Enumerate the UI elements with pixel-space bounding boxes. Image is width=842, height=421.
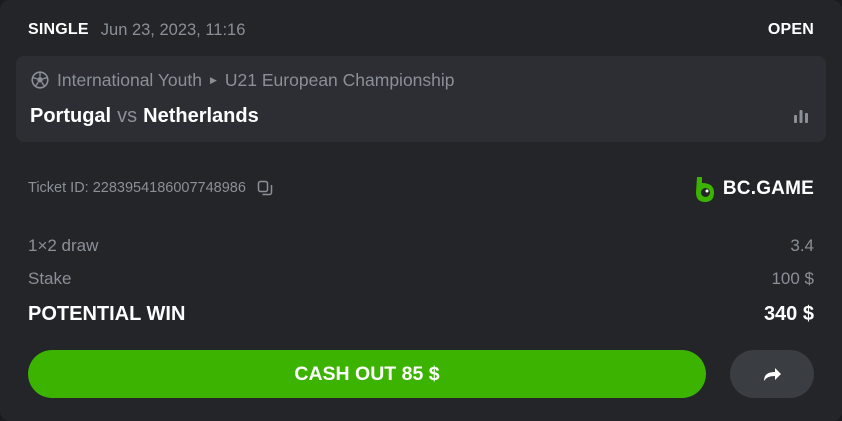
cash-out-button[interactable]: CASH OUT 85 $ bbox=[28, 350, 706, 398]
bet-ticket-card: SINGLE Jun 23, 2023, 11:16 OPEN Internat… bbox=[0, 0, 842, 421]
ticket-header: SINGLE Jun 23, 2023, 11:16 OPEN bbox=[28, 18, 814, 42]
brand-name: BC.GAME bbox=[722, 178, 814, 199]
bet-type-label: SINGLE bbox=[28, 21, 89, 38]
potential-win-label: POTENTIAL WIN bbox=[28, 302, 186, 325]
tournament-name: U21 European Championship bbox=[224, 69, 455, 90]
copy-icon[interactable] bbox=[257, 180, 273, 196]
market-line: 1×2 draw 3.4 bbox=[28, 234, 814, 258]
match-panel[interactable]: International Youth ▶ U21 European Champ… bbox=[16, 56, 826, 142]
market-label: 1×2 draw bbox=[28, 236, 99, 255]
odds-value: 3.4 bbox=[790, 236, 814, 255]
soccer-ball-icon bbox=[31, 71, 49, 89]
stake-line: Stake 100 $ bbox=[28, 267, 814, 291]
stake-value: 100 $ bbox=[771, 269, 814, 288]
vs-label: vs bbox=[117, 104, 138, 127]
ticket-id-row: Ticket ID: 2283954186007748986 bbox=[28, 177, 273, 199]
bet-date: Jun 23, 2023, 11:16 bbox=[100, 20, 246, 39]
league-category: International Youth bbox=[57, 69, 202, 90]
stake-label: Stake bbox=[28, 269, 72, 288]
potential-win-line: POTENTIAL WIN 340 $ bbox=[28, 300, 814, 328]
ticket-id: Ticket ID: 2283954186007748986 bbox=[28, 180, 246, 196]
breadcrumb-separator-icon: ▶ bbox=[210, 74, 217, 85]
share-arrow-icon bbox=[760, 362, 784, 386]
bar-chart-icon[interactable] bbox=[792, 107, 810, 125]
league-breadcrumb: International Youth ▶ U21 European Champ… bbox=[31, 68, 455, 92]
status-badge: OPEN bbox=[767, 21, 814, 38]
share-button[interactable] bbox=[730, 350, 814, 398]
match-teams: Portugal vs Netherlands bbox=[30, 103, 259, 129]
brand-logo: BC.GAME bbox=[694, 174, 814, 204]
potential-win-value: 340 $ bbox=[763, 302, 814, 325]
away-team: Netherlands bbox=[143, 104, 259, 127]
bcgame-logo-icon bbox=[694, 175, 716, 203]
home-team: Portugal bbox=[30, 104, 112, 127]
